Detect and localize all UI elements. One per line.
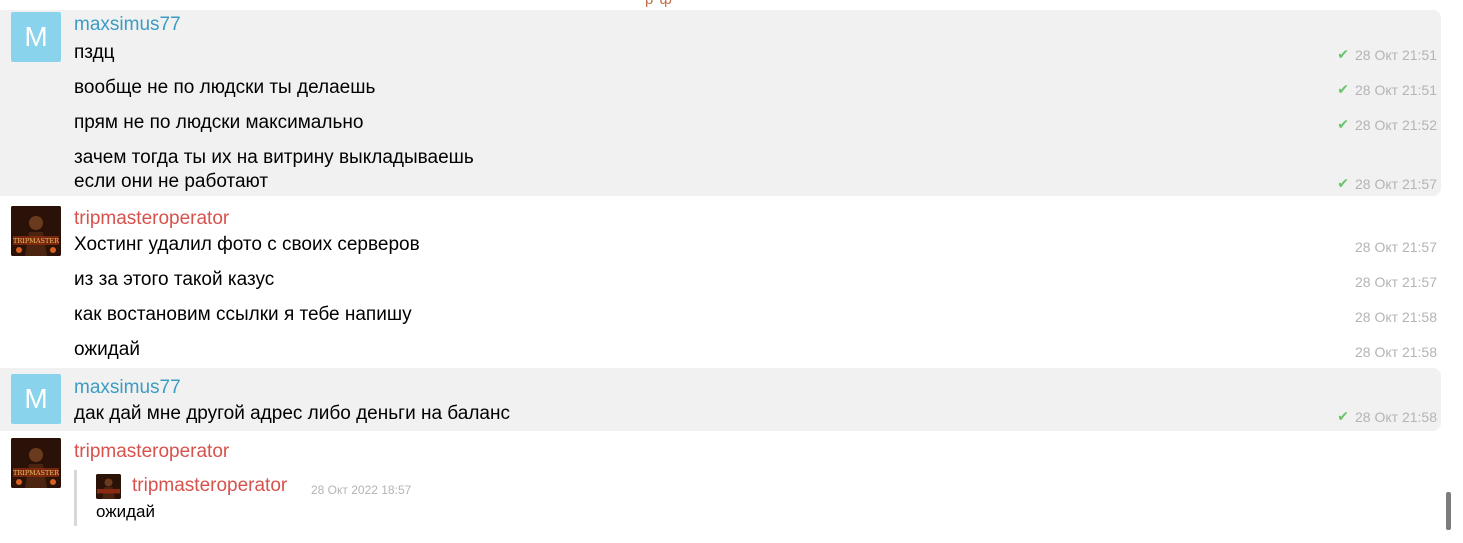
- forwarded-sender[interactable]: tripmasteroperator: [132, 475, 287, 497]
- message-meta: ✔ 28 Окт 21:52: [1337, 116, 1437, 133]
- avatar[interactable]: TRIPMASTER: [11, 206, 61, 256]
- top-edge: р ф: [0, 0, 1463, 10]
- message-meta: ✔ 28 Окт 21:57: [1337, 175, 1437, 192]
- avatar-image-icon: TRIPMASTER: [11, 206, 61, 256]
- sender-name[interactable]: tripmasteroperator: [74, 208, 229, 230]
- read-check-icon: ✔: [1337, 116, 1350, 132]
- avatar-caption: TRIPMASTER: [13, 237, 60, 245]
- message-meta: 28 Окт 21:57: [1355, 239, 1437, 255]
- message-time: 28 Окт 21:58: [1355, 309, 1437, 325]
- forwarded-message[interactable]: tripmasteroperator 28 Окт 2022 18:57 ожи…: [74, 470, 677, 526]
- avatar-image-icon: [96, 474, 121, 499]
- message-meta: ✔ 28 Окт 21:58: [1337, 408, 1437, 425]
- forwarded-time: 28 Окт 2022 18:57: [311, 483, 412, 497]
- message-meta: 28 Окт 21:57: [1355, 274, 1437, 290]
- forwarded-avatar: [96, 474, 121, 499]
- avatar[interactable]: M: [11, 374, 61, 424]
- forwarded-text: ожидай: [96, 502, 156, 521]
- avatar-letter: M: [24, 21, 48, 52]
- message-text: Хостинг удалил фото с своих серверов: [74, 234, 420, 255]
- message-time: 28 Окт 21:58: [1355, 344, 1437, 360]
- avatar[interactable]: TRIPMASTER: [11, 438, 61, 488]
- avatar-caption: TRIPMASTER: [13, 469, 60, 477]
- avatar-letter: M: [24, 383, 48, 414]
- message-text: ожидай: [74, 339, 140, 360]
- message-time: 28 Окт 21:57: [1355, 175, 1437, 192]
- message-text: дак дай мне другой адрес либо деньги на …: [74, 403, 510, 424]
- message-time: 28 Окт 21:57: [1355, 239, 1437, 255]
- clipped-text: р ф: [645, 0, 673, 8]
- message-text: пздц: [74, 42, 115, 63]
- sender-name[interactable]: maxsimus77: [74, 14, 181, 36]
- message-text: из за этого такой казус: [74, 269, 275, 290]
- read-check-icon: ✔: [1337, 175, 1350, 191]
- message-meta: 28 Окт 21:58: [1355, 309, 1437, 325]
- read-check-icon: ✔: [1337, 408, 1350, 424]
- message-text-line2: если они не работают: [74, 171, 269, 192]
- avatar[interactable]: M: [11, 12, 61, 62]
- message-time: 28 Окт 21:51: [1355, 81, 1437, 98]
- message-text: прям не по людски максимально: [74, 112, 364, 133]
- sender-name[interactable]: maxsimus77: [74, 377, 181, 399]
- message-time: 28 Окт 21:57: [1355, 274, 1437, 290]
- sender-name[interactable]: tripmasteroperator: [74, 441, 229, 463]
- read-check-icon: ✔: [1337, 81, 1350, 97]
- message-time: 28 Окт 21:58: [1355, 408, 1437, 425]
- message-meta: ✔ 28 Окт 21:51: [1337, 81, 1437, 98]
- message-text: зачем тогда ты их на витрину выкладываеш…: [74, 147, 474, 168]
- message-text: вообще не по людски ты делаешь: [74, 77, 376, 98]
- message-meta: ✔ 28 Окт 21:51: [1337, 46, 1437, 63]
- read-check-icon: ✔: [1337, 46, 1350, 62]
- avatar-image-icon: TRIPMASTER: [11, 438, 61, 488]
- message-time: 28 Окт 21:52: [1355, 116, 1437, 133]
- message-time: 28 Окт 21:51: [1355, 46, 1437, 63]
- message-text: как востановим ссылки я тебе напишу: [74, 304, 412, 325]
- message-meta: 28 Окт 21:58: [1355, 344, 1437, 360]
- scrollbar-thumb[interactable]: [1446, 492, 1451, 530]
